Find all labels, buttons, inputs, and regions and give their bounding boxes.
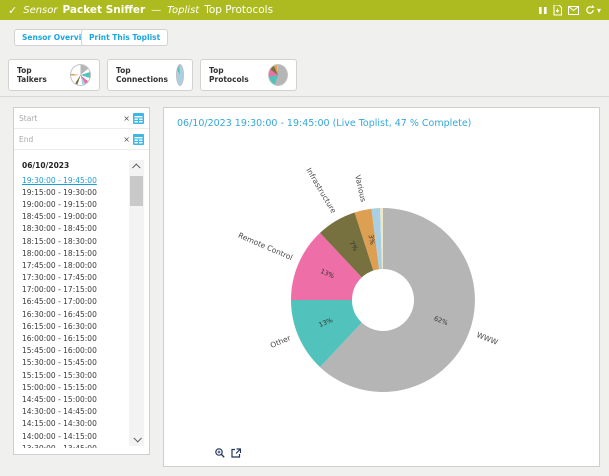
time-range-item[interactable]: 14:00:00 - 14:15:00 [20, 430, 125, 442]
tab-top-talkers[interactable]: Top Talkers [8, 59, 100, 91]
time-range-item[interactable]: 18:45:00 - 19:00:00 [20, 211, 125, 223]
start-date-row: × [14, 108, 149, 129]
time-range-item[interactable]: 18:00:00 - 18:15:00 [20, 247, 125, 259]
refresh-dropdown-caret-icon[interactable]: ▾ [597, 6, 601, 15]
refresh-icon[interactable] [585, 5, 595, 15]
report-download-icon[interactable] [553, 5, 562, 16]
top-connections-pie-icon [176, 64, 184, 86]
tab-label: Top Connections [116, 66, 168, 84]
tab-label: Top Protocols [209, 66, 260, 84]
tab-label: Top Talkers [17, 66, 62, 84]
sensor-header-bar: ✓ Sensor Packet Sniffer — Toplist Top Pr… [0, 0, 609, 20]
time-filter-panel: × × 06/10/2023 19:30:00 - 19:45:0019:15:… [13, 107, 150, 455]
time-range-item[interactable]: 16:45:00 - 17:00:00 [20, 296, 125, 308]
slice-name-label: WWW [475, 330, 500, 347]
scroll-down-icon[interactable] [129, 432, 144, 446]
time-range-item[interactable]: 16:15:00 - 16:30:00 [20, 320, 125, 332]
scrollbar-thumb[interactable] [130, 176, 143, 206]
status-check-icon: ✓ [8, 4, 17, 17]
slice-name-label: Remote Control [237, 231, 294, 262]
time-range-item[interactable]: 19:00:00 - 19:15:00 [20, 198, 125, 210]
toplist-chart-panel: 06/10/2023 19:30:00 - 19:45:00 (Live Top… [163, 107, 600, 467]
sensor-name: Packet Sniffer [63, 4, 146, 16]
time-range-item[interactable]: 19:15:00 - 19:30:00 [20, 186, 125, 198]
header-separator: — [151, 5, 161, 16]
slice-name-label: Infrastructure [304, 166, 338, 215]
open-external-icon[interactable] [231, 448, 241, 458]
time-range-item[interactable]: 13:30:00 - 13:45:00 [20, 442, 125, 448]
time-range-item[interactable]: 14:45:00 - 15:00:00 [20, 393, 125, 405]
end-date-input[interactable] [19, 135, 120, 144]
print-toplist-button[interactable]: Print This Toplist [81, 29, 168, 46]
time-range-item[interactable]: 16:00:00 - 16:15:00 [20, 332, 125, 344]
tab-top-connections[interactable]: Top Connections [107, 59, 193, 91]
start-date-input[interactable] [19, 114, 120, 123]
toplist-label: Toplist [167, 5, 199, 16]
time-range-item[interactable]: 14:15:00 - 14:30:00 [20, 418, 125, 430]
pause-icon[interactable] [539, 6, 547, 15]
time-range-list: 19:30:00 - 19:45:0019:15:00 - 19:30:0019… [20, 174, 125, 448]
time-range-item[interactable]: 15:00:00 - 15:15:00 [20, 381, 125, 393]
time-range-item[interactable]: 15:45:00 - 16:00:00 [20, 345, 125, 357]
calendar-icon[interactable] [133, 113, 144, 124]
toplist-name: Top Protocols [204, 4, 273, 16]
time-range-item[interactable]: 14:30:00 - 14:45:00 [20, 406, 125, 418]
tabs-divider [0, 96, 609, 97]
scroll-up-icon[interactable] [129, 160, 144, 174]
sensor-label: Sensor [23, 5, 57, 16]
end-date-row: × [14, 129, 149, 150]
time-range-item[interactable]: 17:00:00 - 17:15:00 [20, 284, 125, 296]
protocol-donut-chart: 62%WWW13%Other13%Remote Control7%Infrast… [164, 108, 601, 468]
time-range-item[interactable]: 15:15:00 - 15:30:00 [20, 369, 125, 381]
zoom-chart-icon[interactable] [215, 448, 225, 458]
time-range-list-wrap: 06/10/2023 19:30:00 - 19:45:0019:15:00 -… [20, 158, 125, 448]
time-range-item[interactable]: 17:30:00 - 17:45:00 [20, 272, 125, 284]
time-range-item[interactable]: 18:15:00 - 18:30:00 [20, 235, 125, 247]
slice-name-label: Various [353, 174, 368, 203]
time-range-item[interactable]: 18:30:00 - 18:45:00 [20, 223, 125, 235]
slice-name-label: Other [269, 333, 293, 350]
clear-end-icon[interactable]: × [123, 135, 130, 144]
top-protocols-pie-icon [268, 64, 288, 86]
time-range-item[interactable]: 15:30:00 - 15:45:00 [20, 357, 125, 369]
time-range-item[interactable]: 17:45:00 - 18:00:00 [20, 259, 125, 271]
clear-start-icon[interactable]: × [123, 114, 130, 123]
email-icon[interactable] [568, 6, 579, 15]
date-header: 06/10/2023 [20, 158, 125, 174]
time-range-item[interactable]: 16:30:00 - 16:45:00 [20, 308, 125, 320]
calendar-icon[interactable] [133, 134, 144, 145]
time-range-item[interactable]: 19:30:00 - 19:45:00 [20, 174, 125, 186]
tab-top-protocols[interactable]: Top Protocols [200, 59, 297, 91]
prtg-toplist-page: ✓ Sensor Packet Sniffer — Toplist Top Pr… [0, 0, 609, 476]
top-talkers-pie-icon [70, 64, 91, 86]
time-list-scrollbar[interactable] [129, 160, 144, 446]
